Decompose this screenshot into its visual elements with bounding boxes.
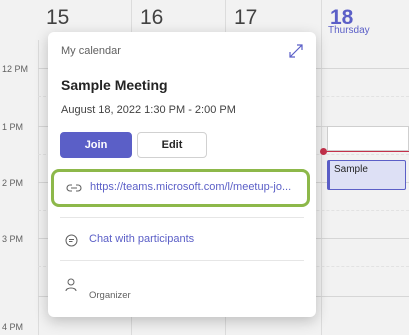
calendar-name: My calendar <box>61 45 121 57</box>
selected-time-slot[interactable] <box>327 126 409 151</box>
person-icon <box>65 278 77 292</box>
divider <box>60 260 304 261</box>
organizer-label: Organizer <box>89 290 131 301</box>
day-number: 17 <box>234 6 258 29</box>
edit-button[interactable]: Edit <box>137 132 207 158</box>
event-title: Sample <box>334 164 368 175</box>
chat-icon <box>65 234 78 247</box>
divider <box>60 217 304 218</box>
day-number: 15 <box>46 6 70 29</box>
time-label: 12 PM <box>2 64 29 74</box>
meeting-details-popup: My calendar Sample Meeting August 18, 20… <box>48 32 316 317</box>
meeting-datetime: August 18, 2022 1:30 PM - 2:00 PM <box>61 104 236 116</box>
calendar-view: 15 16 17 18 Thursday 12 PM 1 PM 2 PM 3 P… <box>0 0 409 335</box>
meeting-link[interactable]: https://teams.microsoft.com/l/meetup-jo.… <box>90 181 291 193</box>
meeting-title: Sample Meeting <box>61 77 168 93</box>
day-name-today: Thursday <box>328 25 370 36</box>
link-icon <box>66 184 82 192</box>
expand-icon[interactable] <box>288 43 304 59</box>
day-header-18[interactable]: 18 Thursday <box>322 0 409 40</box>
meeting-link-row[interactable]: https://teams.microsoft.com/l/meetup-jo.… <box>51 169 310 207</box>
calendar-event[interactable]: Sample <box>327 160 406 190</box>
time-gutter-header <box>0 0 39 40</box>
day-number: 16 <box>140 6 164 29</box>
time-label: 4 PM <box>2 322 24 332</box>
join-button[interactable]: Join <box>60 132 132 158</box>
current-time-dot <box>320 148 327 155</box>
current-time-line <box>322 151 409 152</box>
time-label: 3 PM <box>2 234 24 244</box>
time-label: 1 PM <box>2 122 24 132</box>
chat-with-participants-link[interactable]: Chat with participants <box>89 233 194 245</box>
time-label: 2 PM <box>2 178 24 188</box>
